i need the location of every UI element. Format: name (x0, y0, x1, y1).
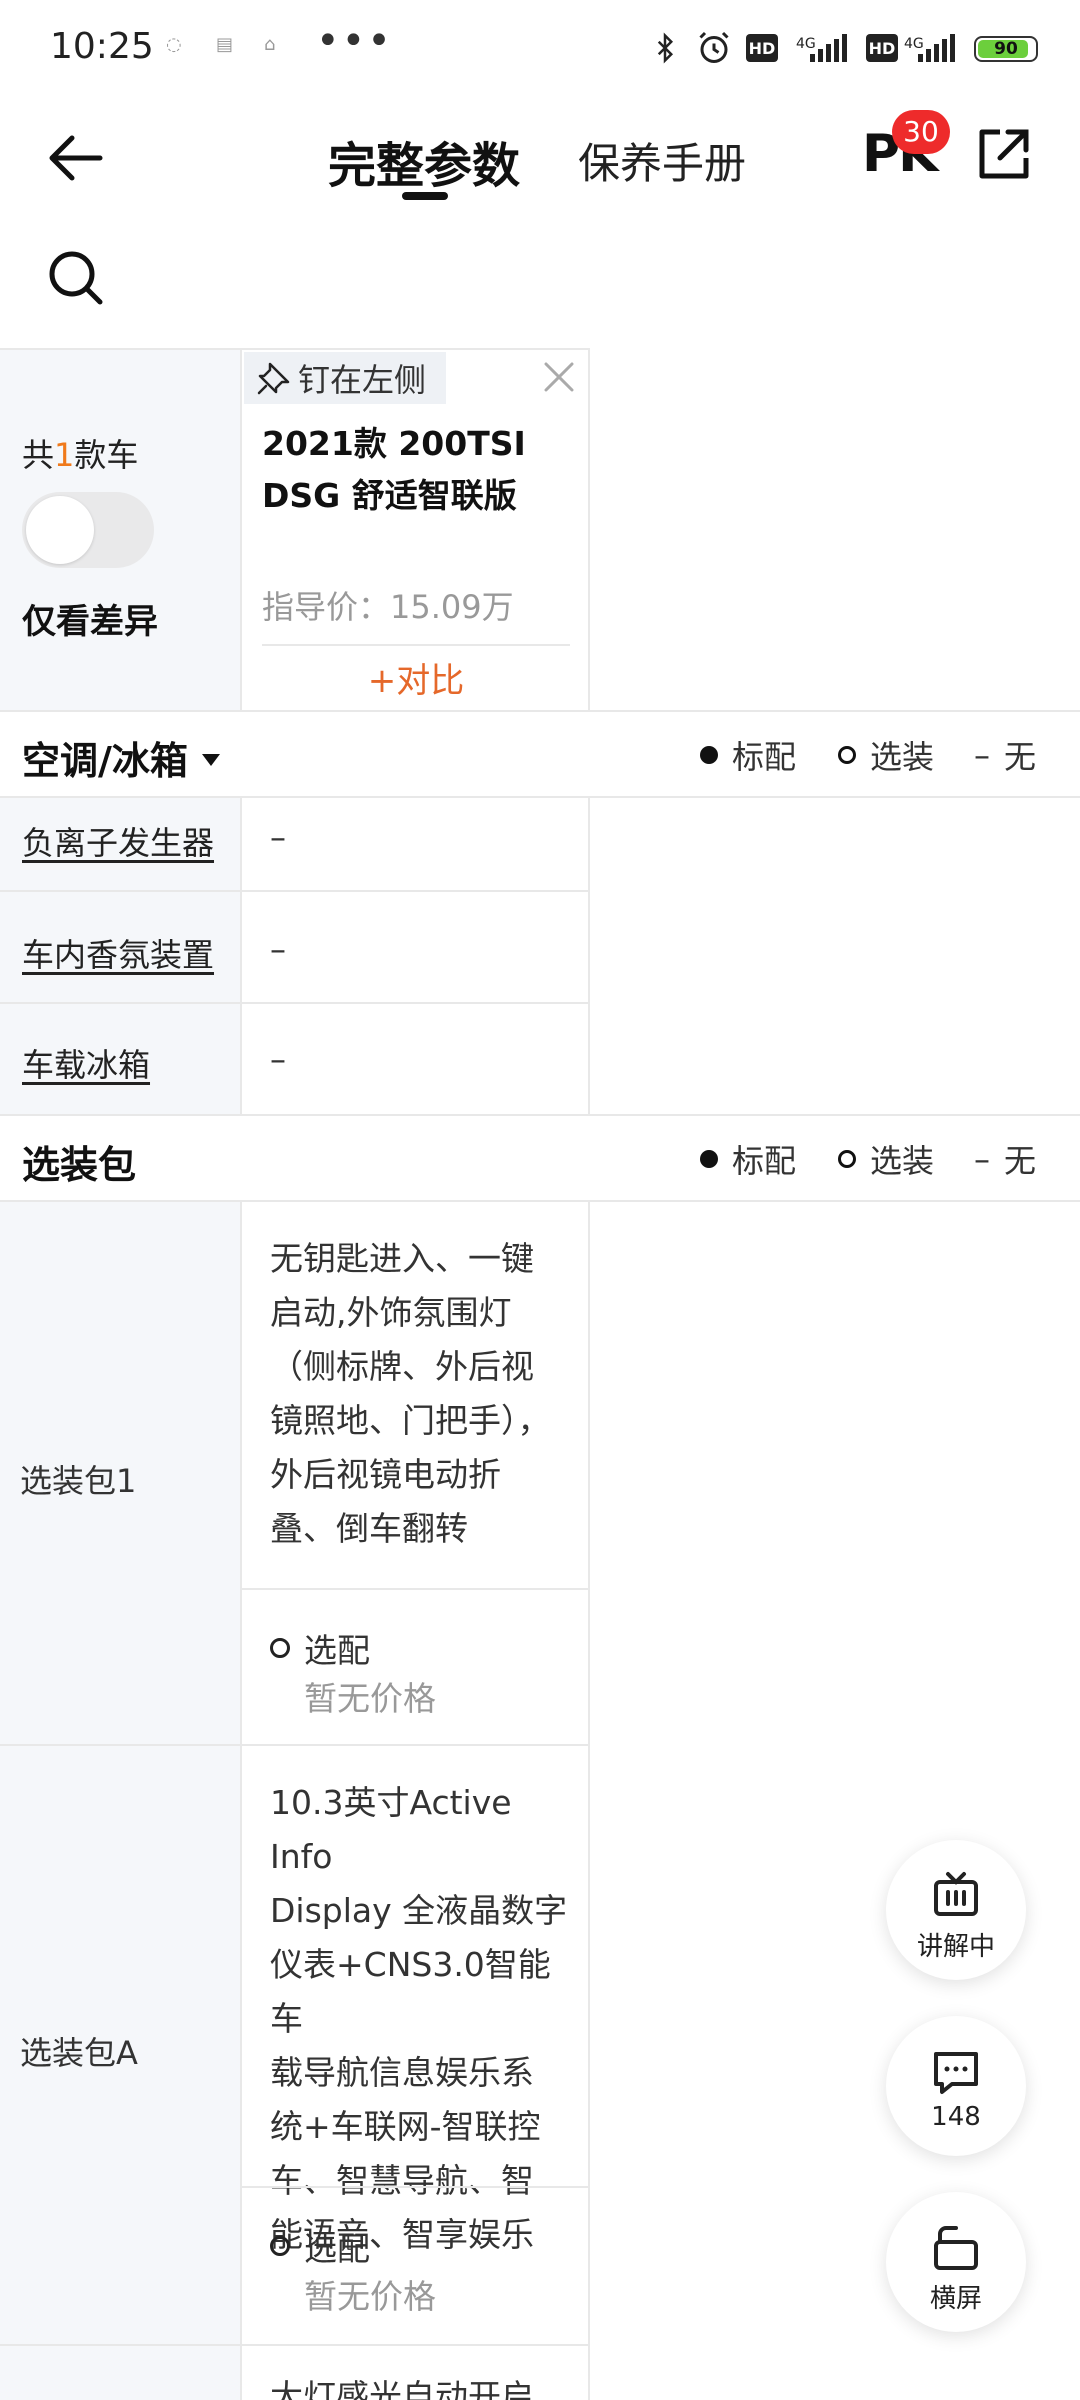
live-explain-label: 讲解中 (916, 1932, 995, 1962)
caret-down-icon (201, 753, 220, 766)
pin-left-button[interactable]: 钉在左侧 (244, 352, 446, 404)
row-label-column (0, 1202, 240, 2400)
top-nav: 完整参数 保养手册 PK 30 (0, 96, 1080, 216)
tab-maintenance-manual[interactable]: 保养手册 (578, 130, 746, 191)
legend-optional: 选装 (838, 1136, 934, 1182)
section-title[interactable]: 空调/冰箱 (22, 730, 220, 785)
legend-optional: 选装 (838, 732, 934, 778)
landscape-label: 横屏 (929, 2284, 982, 2314)
notification-icon: ◌ (166, 34, 182, 55)
divider (0, 890, 590, 892)
spec-value: – (270, 1040, 286, 1078)
legend-none: – 无 (974, 736, 1037, 776)
diff-only-toggle[interactable] (22, 492, 154, 568)
pk-count-badge: 30 (892, 110, 950, 154)
battery-icon: 90 (974, 36, 1038, 62)
package-price: 暂无价格 (304, 1679, 436, 1718)
package-price: 暂无价格 (304, 2277, 436, 2316)
search-icon[interactable] (44, 246, 108, 310)
spec-label-fragrance[interactable]: 车内香氛装置 (22, 930, 214, 976)
close-icon[interactable] (540, 358, 578, 396)
divider (588, 1202, 590, 2400)
legend-none: – 无 (974, 1140, 1037, 1180)
hollow-dot-icon (838, 1150, 856, 1168)
package-option: 选配 (270, 1624, 370, 1672)
tv-icon (934, 1872, 978, 1916)
more-notifications-icon: ••• (316, 18, 393, 64)
add-compare-button[interactable]: +对比 (262, 644, 570, 710)
divider (242, 2186, 588, 2188)
notification-icon: ⌂ (264, 34, 276, 55)
landscape-button[interactable]: 横屏 (886, 2192, 1026, 2332)
section-header-packages: 选装包 标配 选装 – 无 (0, 1116, 1080, 1200)
pin-icon (257, 362, 290, 395)
package-label: 选装包A (20, 2034, 138, 2072)
hd-icon: HD (746, 34, 778, 62)
car-model-name: 2021款 200TSI DSG 舒适智联版 (262, 424, 526, 515)
comments-button[interactable]: 148 (886, 2016, 1026, 2156)
comment-icon (934, 2052, 978, 2094)
bluetooth-icon (657, 32, 674, 64)
legend-standard: 标配 (700, 1136, 796, 1182)
car-count: 共1款车 (22, 436, 139, 474)
divider (240, 350, 242, 710)
spec-label-fridge[interactable]: 车载冰箱 (22, 1040, 150, 1086)
share-icon[interactable] (972, 122, 1036, 186)
guide-price: 指导价：15.09万 (262, 588, 514, 626)
rotate-screen-icon (934, 2226, 978, 2270)
spec-value: – (270, 818, 286, 856)
toggle-knob (26, 496, 94, 564)
alarm-icon (699, 31, 729, 63)
hollow-dot-icon (270, 2236, 290, 2256)
hd-icon: HD (866, 34, 898, 62)
divider (0, 1002, 590, 1004)
active-tab-indicator (402, 192, 448, 200)
package-label: 选装包1 (20, 1462, 137, 1500)
hollow-dot-icon (270, 1638, 290, 1658)
divider (0, 2344, 590, 2346)
legend-standard: 标配 (700, 732, 796, 778)
section-title: 选装包 (22, 1143, 137, 1187)
live-explain-button[interactable]: 讲解中 (886, 1840, 1026, 1980)
filled-dot-icon (700, 746, 718, 764)
divider (0, 1744, 590, 1746)
divider (588, 350, 590, 710)
status-time: 10:25 (50, 26, 154, 67)
spec-value: – (270, 930, 286, 968)
notification-icon: ▤ (216, 34, 234, 55)
back-arrow-icon[interactable] (44, 126, 108, 190)
tab-full-params[interactable]: 完整参数 (328, 126, 520, 196)
divider (242, 1588, 588, 1590)
divider (588, 798, 590, 1114)
comments-count: 148 (931, 2102, 981, 2132)
package-description-partial: 大灯感光自动开启 (270, 2377, 534, 2400)
signal-icon (810, 34, 850, 62)
divider (240, 1202, 242, 2400)
divider (240, 798, 242, 1114)
diff-only-label: 仅看差异 (22, 602, 158, 642)
package-option: 选配 (270, 2222, 370, 2270)
spec-label-ionizer[interactable]: 负离子发生器 (22, 818, 214, 864)
signal-icon (918, 34, 958, 62)
status-bar: 10:25 ◌ ▤ ⌂ ••• HD 4G HD 4G 90 (0, 0, 1080, 96)
filled-dot-icon (700, 1150, 718, 1168)
battery-level: 90 (994, 39, 1018, 59)
package-description: 无钥匙进入、一键 启动,外饰氛围灯 （侧标牌、外后视 镜照地、门把手）， 外后视… (270, 1239, 551, 1548)
package-description: 10.3英寸Active Info Display 全液晶数字 仪表+CNS3.… (270, 1783, 568, 2254)
pin-left-label: 钉在左侧 (298, 361, 427, 399)
hollow-dot-icon (838, 746, 856, 764)
section-header-aircon: 空调/冰箱 标配 选装 – 无 (0, 712, 1080, 796)
